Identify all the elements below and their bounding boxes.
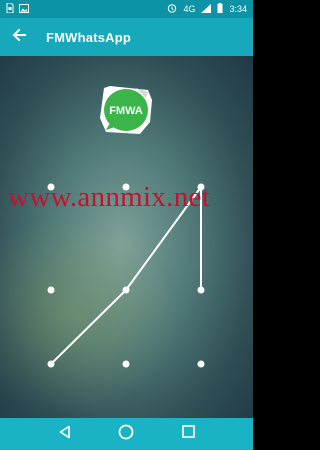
- pattern-dot[interactable]: [47, 286, 55, 294]
- arrow-back-icon: [12, 28, 26, 47]
- nav-home-button[interactable]: [114, 422, 138, 446]
- pattern-dot[interactable]: [197, 286, 205, 294]
- alarm-icon: [167, 3, 177, 15]
- recents-square-icon: [181, 425, 195, 443]
- status-bar: 4G 3:34: [0, 0, 253, 18]
- network-type: 4G: [183, 4, 196, 14]
- back-triangle-icon: [58, 425, 72, 444]
- home-circle-icon: [118, 424, 134, 445]
- signal-icon: [201, 3, 212, 15]
- app-bar: FMWhatsApp: [0, 18, 253, 56]
- watermark-text: www.annmix.net: [8, 181, 211, 213]
- nav-recents-button[interactable]: [176, 422, 200, 446]
- image-icon: [19, 3, 29, 15]
- battery-icon: [217, 3, 223, 15]
- nav-back-button[interactable]: [53, 422, 77, 446]
- sim-icon: [6, 2, 14, 15]
- status-right-icons: 4G 3:34: [167, 3, 247, 15]
- pattern-dot[interactable]: [197, 360, 205, 368]
- status-left-icons: [6, 2, 29, 15]
- app-title: FMWhatsApp: [46, 29, 132, 45]
- back-button[interactable]: [0, 18, 38, 56]
- pattern-lock-grid[interactable]: [0, 56, 253, 418]
- pattern-dot[interactable]: [122, 286, 130, 294]
- lock-screen-area: FMWA www.annmix.net: [0, 56, 253, 418]
- pattern-dot[interactable]: [122, 360, 130, 368]
- navigation-bar: [0, 418, 253, 450]
- clock: 3:34: [229, 4, 247, 14]
- pattern-dot[interactable]: [47, 360, 55, 368]
